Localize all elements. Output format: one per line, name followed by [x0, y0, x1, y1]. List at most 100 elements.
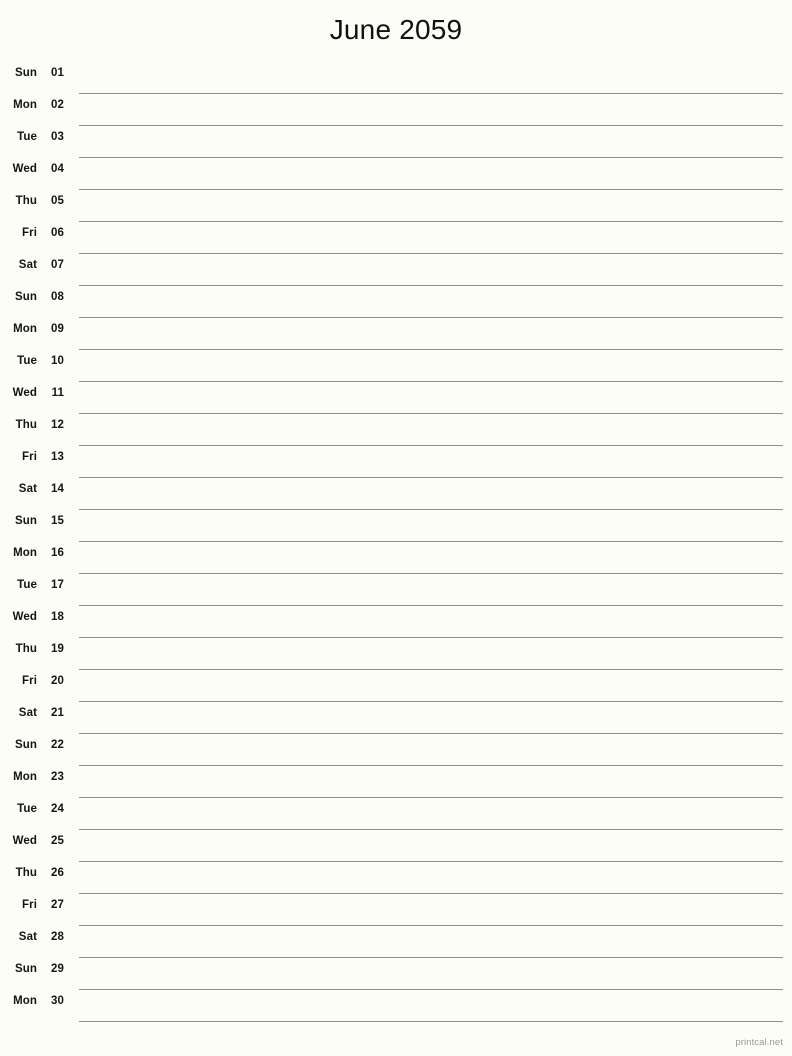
weekday-label: Mon [13, 547, 37, 559]
day-row[interactable]: Sat 14 [0, 478, 792, 510]
day-number-label: 12 [51, 419, 64, 431]
weekday-label: Wed [12, 835, 37, 847]
day-row-content: Wed 18 [0, 606, 783, 638]
weekday-label: Sat [18, 931, 37, 943]
day-row[interactable]: Fri 06 [0, 222, 792, 254]
day-number-label: 28 [51, 931, 64, 943]
day-row[interactable]: Tue 17 [0, 574, 792, 606]
day-row-content: Fri 20 [0, 670, 783, 702]
day-number-label: 07 [51, 259, 64, 271]
day-row-content: Sun 01 [0, 62, 783, 94]
weekday-label: Mon [13, 771, 37, 783]
day-number-label: 20 [51, 675, 64, 687]
day-row-content: Sat 14 [0, 478, 783, 510]
day-row-content: Sun 08 [0, 286, 783, 318]
day-row-content: Sat 21 [0, 702, 783, 734]
day-row[interactable]: Sun 08 [0, 286, 792, 318]
weekday-label: Fri [22, 451, 37, 463]
day-row-content: Mon 02 [0, 94, 783, 126]
weekday-label: Wed [12, 611, 37, 623]
day-number-label: 17 [51, 579, 64, 591]
day-row[interactable]: Thu 19 [0, 638, 792, 670]
day-row[interactable]: Sat 07 [0, 254, 792, 286]
day-row[interactable]: Sun 01 [0, 62, 792, 94]
day-number-label: 22 [51, 739, 64, 751]
day-number-label: 30 [51, 995, 64, 1007]
day-row[interactable]: Thu 26 [0, 862, 792, 894]
day-row-content: Wed 25 [0, 830, 783, 862]
day-row[interactable]: Wed 18 [0, 606, 792, 638]
day-row[interactable]: Sun 22 [0, 734, 792, 766]
weekday-label: Fri [22, 227, 37, 239]
day-row[interactable]: Wed 04 [0, 158, 792, 190]
day-number-label: 19 [51, 643, 64, 655]
day-number-label: 05 [51, 195, 64, 207]
day-row[interactable]: Mon 16 [0, 542, 792, 574]
day-number-label: 06 [51, 227, 64, 239]
day-row[interactable]: Sun 15 [0, 510, 792, 542]
day-number-label: 08 [51, 291, 64, 303]
day-number-label: 14 [51, 483, 64, 495]
day-row-content: Mon 16 [0, 542, 783, 574]
weekday-label: Sun [14, 739, 37, 751]
day-row[interactable]: Fri 20 [0, 670, 792, 702]
day-row-content: Fri 06 [0, 222, 783, 254]
weekday-label: Tue [17, 131, 37, 143]
day-row[interactable]: Thu 05 [0, 190, 792, 222]
day-number-label: 25 [51, 835, 64, 847]
day-number-label: 16 [51, 547, 64, 559]
day-row-content: Mon 30 [0, 990, 783, 1022]
day-number-label: 23 [51, 771, 64, 783]
day-row-content: Sun 22 [0, 734, 783, 766]
day-row-content: Mon 09 [0, 318, 783, 350]
day-row[interactable]: Fri 27 [0, 894, 792, 926]
day-row-content: Wed 04 [0, 158, 783, 190]
day-row[interactable]: Sun 29 [0, 958, 792, 990]
day-number-label: 15 [51, 515, 64, 527]
weekday-label: Wed [12, 387, 37, 399]
day-number-label: 04 [51, 163, 64, 175]
day-number-label: 27 [51, 899, 64, 911]
weekday-label: Sun [14, 67, 37, 79]
day-row[interactable]: Sat 21 [0, 702, 792, 734]
day-row-content: Tue 03 [0, 126, 783, 158]
day-row-content: Sat 07 [0, 254, 783, 286]
calendar-page: June 2059 Sun 01 Mon 02 Tue 03 Wed 04 Thu 05 Fri 06… [0, 0, 792, 1056]
page-title: June 2059 [329, 14, 463, 45]
day-row-list: Sun 01 Mon 02 Tue 03 Wed 04 Thu 05 Fri 06 Sat 07 Sun 08… [0, 62, 792, 1022]
day-number-label: 03 [51, 131, 64, 143]
day-row[interactable]: Tue 24 [0, 798, 792, 830]
day-number-label: 29 [51, 963, 64, 975]
day-row-content: Sun 15 [0, 510, 783, 542]
day-row[interactable]: Tue 03 [0, 126, 792, 158]
day-row[interactable]: Mon 30 [0, 990, 792, 1022]
weekday-label: Mon [13, 99, 37, 111]
day-row[interactable]: Thu 12 [0, 414, 792, 446]
day-number-label: 24 [51, 803, 64, 815]
day-row-content: Sun 29 [0, 958, 783, 990]
note-write-line[interactable] [79, 1021, 783, 1022]
day-number-label: 26 [51, 867, 64, 879]
day-row[interactable]: Tue 10 [0, 350, 792, 382]
day-row[interactable]: Mon 09 [0, 318, 792, 350]
day-row[interactable]: Fri 13 [0, 446, 792, 478]
day-row[interactable]: Wed 11 [0, 382, 792, 414]
day-row[interactable]: Mon 02 [0, 94, 792, 126]
weekday-label: Sat [18, 483, 37, 495]
day-row-content: Thu 12 [0, 414, 783, 446]
weekday-label: Fri [22, 675, 37, 687]
weekday-label: Tue [17, 803, 37, 815]
day-number-label: 18 [51, 611, 64, 623]
weekday-label: Thu [15, 643, 37, 655]
day-number-label: 10 [51, 355, 64, 367]
day-row[interactable]: Sat 28 [0, 926, 792, 958]
day-row-content: Thu 26 [0, 862, 783, 894]
day-row[interactable]: Wed 25 [0, 830, 792, 862]
day-row-content: Tue 10 [0, 350, 783, 382]
day-row[interactable]: Mon 23 [0, 766, 792, 798]
day-row-content: Wed 11 [0, 382, 783, 414]
weekday-label: Sun [14, 963, 37, 975]
day-number-label: 21 [51, 707, 64, 719]
weekday-label: Sat [18, 259, 37, 271]
weekday-label: Fri [22, 899, 37, 911]
